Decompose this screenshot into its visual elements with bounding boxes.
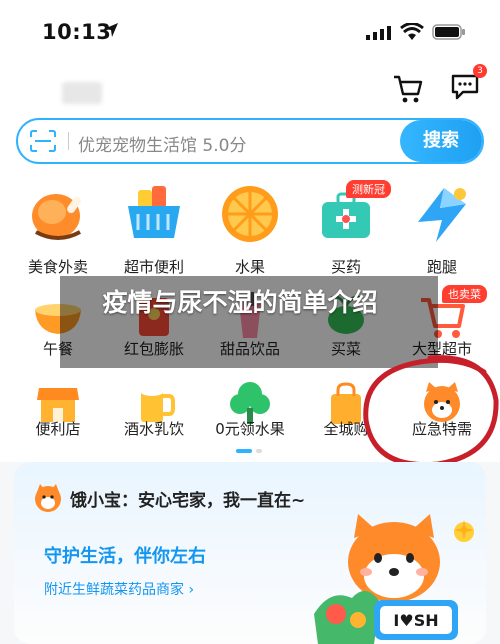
grid-item-label: 买药 [330, 258, 361, 276]
chicken-leg-icon [32, 194, 81, 240]
grid-item-free-fruit[interactable]: 0元领水果 [200, 368, 300, 452]
signal-icon [366, 26, 391, 40]
top-header: 3 [0, 62, 500, 114]
promo-subline-link[interactable]: 附近生鲜蔬菜药品商家 › [44, 579, 194, 599]
grid-item-label: 水果 [234, 258, 265, 276]
basket-icon [128, 186, 180, 238]
grid-item-label: 跑腿 [426, 258, 457, 276]
search-divider [68, 132, 69, 150]
mascot-logo-icon [35, 484, 61, 512]
orange-icon [222, 186, 278, 242]
shiba-mascot-illustration: I♥SH [314, 514, 474, 644]
status-bar: 10:13 [0, 0, 500, 62]
grid-item-label: 0元领水果 [215, 420, 285, 438]
grid-item-errand[interactable]: 跑腿 [392, 172, 492, 276]
article-title: 疫情与尿不湿的简单介绍 [102, 288, 378, 317]
grid-item-fruit[interactable]: 水果 [200, 172, 300, 276]
location-arrow-icon [104, 23, 118, 37]
promo-card[interactable]: 饿小宝：安心宅家，我一直在~ 守护生活，伴你左右 附近生鲜蔬菜药品商家 › I♥… [14, 462, 486, 644]
grid-item-label: 美食外卖 [27, 258, 88, 276]
search-section: 优宠宠物生活馆 5.0分 搜索 [0, 114, 500, 172]
location-label-blurred[interactable] [62, 82, 102, 104]
highlight-circle [363, 355, 499, 468]
search-bar[interactable]: 优宠宠物生活馆 5.0分 搜索 [16, 118, 484, 164]
covid-test-tag: 测新冠 [346, 180, 391, 198]
search-button[interactable]: 搜索 [400, 120, 482, 162]
grid-item-label: 超市便利 [123, 258, 184, 276]
search-input[interactable]: 优宠宠物生活馆 5.0分 [78, 131, 246, 156]
lightning-icon [418, 188, 466, 242]
also-sells-veg-tag: 也卖菜 [442, 285, 487, 303]
grid-item-label: 便利店 [35, 420, 81, 438]
page-indicator [236, 449, 262, 453]
grid-item-food[interactable]: 美食外卖 [8, 172, 108, 276]
mascot-sign-text: I♥SH [393, 611, 438, 630]
grid-item-supermarket[interactable]: 超市便利 [104, 172, 204, 276]
scan-icon[interactable] [30, 130, 56, 152]
cart-icon[interactable] [392, 74, 424, 104]
grid-item-convenience-store[interactable]: 便利店 [8, 368, 108, 452]
status-time: 10:13 [42, 20, 112, 44]
grid-item-drinks[interactable]: 酒水乳饮 [104, 368, 204, 452]
grid-item-label: 酒水乳饮 [123, 420, 184, 438]
wifi-icon [400, 23, 424, 40]
promo-tagline: 守护生活，伴你左右 [44, 546, 206, 567]
promo-headline: 饿小宝：安心宅家，我一直在~ [70, 491, 306, 511]
battery-icon [432, 24, 465, 40]
message-badge: 3 [473, 64, 487, 78]
